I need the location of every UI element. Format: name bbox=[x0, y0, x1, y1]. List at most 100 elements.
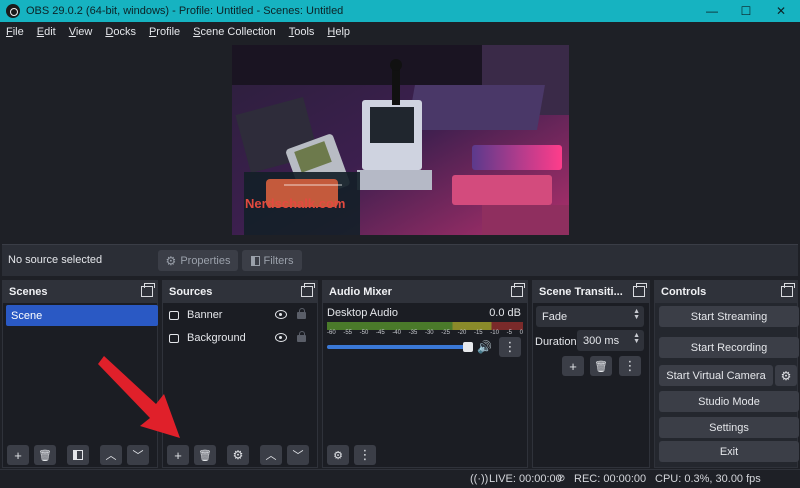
menu-file[interactable]: File bbox=[6, 26, 24, 38]
add-scene-button[interactable]: + bbox=[7, 445, 29, 465]
preview-canvas[interactable]: Nerdschalk.com bbox=[232, 45, 569, 235]
meter-tick: -55 bbox=[343, 330, 352, 336]
start-recording-button[interactable]: Start Recording bbox=[659, 337, 799, 358]
scene-transitions-dock: Scene Transiti... Fade ▲ ▼ Duration 300 m… bbox=[532, 280, 650, 468]
lock-icon[interactable] bbox=[297, 308, 306, 319]
move-scene-up-button[interactable]: ︿ bbox=[100, 445, 122, 465]
remove-source-button[interactable]: 🗑 bbox=[194, 445, 216, 465]
studio-mode-button[interactable]: Studio Mode bbox=[659, 391, 799, 412]
audio-mixer-toolbar: ⚙ ⋮ bbox=[323, 443, 527, 467]
transition-type-value: Fade bbox=[542, 310, 568, 323]
menu-profile[interactable]: Profile bbox=[149, 26, 180, 38]
filters-button[interactable]: Filters bbox=[242, 250, 302, 271]
obs-logo-icon bbox=[6, 4, 20, 18]
sources-title: Sources bbox=[169, 286, 213, 298]
scene-transitions-header: Scene Transiti... bbox=[533, 281, 649, 303]
plus-icon: + bbox=[569, 358, 577, 374]
undock-icon[interactable] bbox=[633, 283, 647, 297]
more-vertical-icon: ⋮ bbox=[503, 339, 517, 354]
menu-edit[interactable]: Edit bbox=[37, 26, 56, 38]
move-source-down-button[interactable]: ﹀ bbox=[287, 445, 309, 465]
advanced-audio-button[interactable]: ⚙ bbox=[327, 445, 349, 465]
transition-properties-button[interactable]: ⋮ bbox=[619, 356, 641, 376]
menu-scene-collection[interactable]: Scene Collection bbox=[193, 26, 276, 38]
add-source-button[interactable]: + bbox=[167, 445, 189, 465]
remove-transition-button[interactable]: 🗑 bbox=[590, 356, 612, 376]
controls-dock: Controls Start Streaming Start Recording… bbox=[654, 280, 799, 468]
audio-track-menu-button[interactable]: ⋮ bbox=[499, 337, 521, 357]
virtual-camera-settings-button[interactable]: ⚙ bbox=[775, 365, 797, 386]
meter-tick: -60 bbox=[327, 330, 336, 336]
sources-toolbar: + 🗑 ⚙ ︿ ﹀ bbox=[163, 443, 317, 467]
properties-button[interactable]: ⚙ Properties bbox=[158, 250, 238, 271]
undock-icon[interactable] bbox=[141, 283, 155, 297]
scene-item[interactable]: Scene bbox=[6, 305, 158, 326]
window-title: OBS 29.0.2 (64-bit, windows) - Profile: … bbox=[26, 5, 344, 17]
close-button[interactable]: ✕ bbox=[764, 0, 798, 22]
meter-tick: -50 bbox=[359, 330, 369, 336]
meter-tick: -45 bbox=[375, 330, 385, 336]
scene-filters-button[interactable] bbox=[67, 445, 89, 465]
speaker-icon[interactable]: 🔊 bbox=[477, 340, 492, 354]
chevron-down-icon: ﹀ bbox=[292, 450, 304, 462]
move-scene-down-button[interactable]: ﹀ bbox=[127, 445, 149, 465]
add-transition-button[interactable]: + bbox=[562, 356, 584, 376]
status-bar: ((·)) LIVE: 00:00:00 ⊘ REC: 00:00:00 CPU… bbox=[0, 469, 800, 488]
image-icon bbox=[169, 333, 179, 343]
transition-type-select[interactable]: Fade ▲ ▼ bbox=[536, 306, 644, 327]
meter-tick: -15 bbox=[473, 330, 483, 336]
sources-header: Sources bbox=[163, 281, 317, 303]
menu-view[interactable]: View bbox=[69, 26, 93, 38]
volume-slider[interactable] bbox=[327, 342, 473, 352]
scene-transitions-body: Fade ▲ ▼ Duration 300 ms ▲ ▼ + 🗑 ⋮ bbox=[533, 303, 649, 467]
updown-arrows-icon: ▲ ▼ bbox=[633, 308, 640, 321]
scenes-toolbar: + 🗑 ︿ ﹀ bbox=[3, 443, 157, 467]
exit-button[interactable]: Exit bbox=[659, 441, 799, 462]
undock-icon[interactable] bbox=[781, 283, 795, 297]
audio-track-name: Desktop Audio bbox=[327, 307, 398, 319]
chevron-up-icon: ︿ bbox=[265, 450, 277, 462]
lock-icon[interactable] bbox=[297, 331, 306, 342]
source-item-banner[interactable]: Banner bbox=[169, 305, 315, 325]
menu-docks[interactable]: Docks bbox=[105, 26, 136, 38]
undock-icon[interactable] bbox=[301, 283, 315, 297]
trash-icon: 🗑 bbox=[38, 449, 52, 462]
visibility-eye-icon[interactable] bbox=[275, 310, 287, 319]
source-properties-button[interactable]: ⚙ bbox=[227, 445, 249, 465]
maximize-button[interactable]: ☐ bbox=[729, 0, 763, 22]
rec-timer: REC: 00:00:00 bbox=[574, 473, 647, 485]
remove-scene-button[interactable]: 🗑 bbox=[34, 445, 56, 465]
undock-icon[interactable] bbox=[511, 283, 525, 297]
meter-tick: -40 bbox=[392, 330, 401, 336]
preview-area[interactable]: Nerdschalk.com bbox=[2, 41, 798, 244]
duration-spinbox[interactable]: 300 ms ▲ ▼ bbox=[577, 330, 644, 351]
menu-tools[interactable]: Tools bbox=[289, 26, 315, 38]
menu-help[interactable]: Help bbox=[327, 26, 350, 38]
source-label: Banner bbox=[187, 309, 223, 321]
more-vertical-icon: ⋮ bbox=[623, 358, 637, 373]
visibility-eye-icon[interactable] bbox=[275, 333, 287, 342]
volume-slider-fill bbox=[327, 345, 471, 349]
meter-tick: -35 bbox=[408, 330, 418, 336]
duration-label: Duration bbox=[535, 336, 577, 348]
chevron-down-icon: ﹀ bbox=[132, 450, 144, 462]
chevron-up-icon: ︿ bbox=[105, 450, 117, 462]
selected-source-label: No source selected bbox=[8, 254, 103, 266]
scenes-header: Scenes bbox=[3, 281, 157, 303]
start-streaming-button[interactable]: Start Streaming bbox=[659, 306, 799, 327]
source-item-background[interactable]: Background bbox=[169, 328, 315, 348]
move-source-up-button[interactable]: ︿ bbox=[260, 445, 282, 465]
audio-mixer-menu-button[interactable]: ⋮ bbox=[354, 445, 376, 465]
meter-tick: -25 bbox=[441, 330, 450, 336]
more-vertical-icon: ⋮ bbox=[358, 447, 372, 462]
spin-arrows-icon[interactable]: ▲ ▼ bbox=[633, 332, 640, 345]
minimize-button[interactable]: — bbox=[695, 0, 729, 22]
properties-label: Properties bbox=[180, 254, 231, 267]
gear-icon: ⚙ bbox=[780, 368, 792, 383]
volume-slider-handle[interactable] bbox=[463, 342, 473, 352]
start-virtual-camera-button[interactable]: Start Virtual Camera bbox=[659, 365, 773, 386]
audio-mixer-dock: Audio Mixer Desktop Audio 0.0 dB -60 -55… bbox=[322, 280, 528, 468]
settings-button[interactable]: Settings bbox=[659, 417, 799, 438]
filter-icon bbox=[250, 255, 260, 266]
gear-icon: ⚙ bbox=[232, 448, 244, 462]
